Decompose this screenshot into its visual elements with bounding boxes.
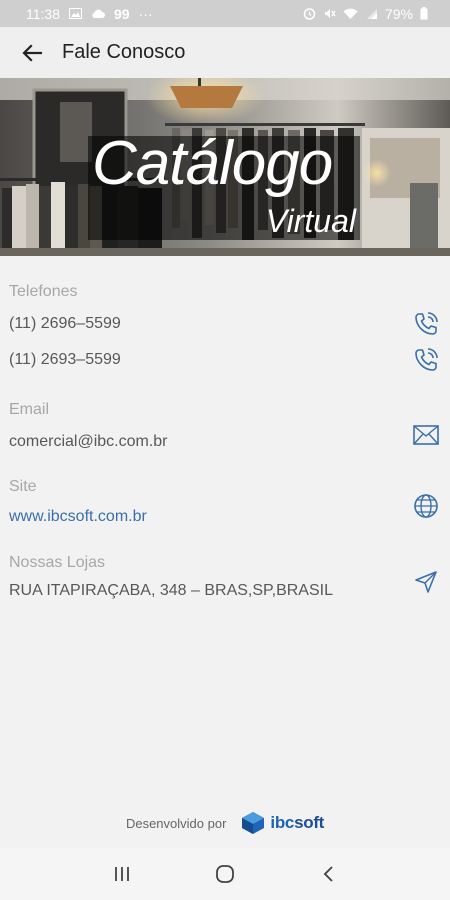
phone-number-1[interactable]: (11) 2696–5599 [9,315,121,333]
home-icon [215,864,235,884]
stores-label: Nossas Lojas [9,554,106,571]
developer-footer: Desenvolvido por ibcsoft [0,808,450,838]
brand-name: ibcsoft [270,813,324,833]
call-phone-1-button[interactable] [412,310,440,338]
notification-count: 99 [114,5,130,22]
recent-apps-button[interactable] [98,854,146,894]
email-address[interactable]: comercial@ibc.com.br [9,433,168,451]
banner-subtitle: Virtual [265,203,356,239]
more-notifications-icon: ··· [138,5,153,22]
phone-number-2[interactable]: (11) 2693–5599 [9,351,121,369]
navigation-arrow-icon [414,570,438,594]
catalog-banner: Catálogo Virtual [0,78,450,256]
arrow-left-icon [22,43,42,62]
phone-call-icon [413,311,439,337]
alarm-icon [303,7,316,20]
status-bar: 11:38 99 ··· 79% [0,0,450,27]
wifi-icon [343,8,358,20]
cloud-icon [91,9,105,19]
open-website-button[interactable] [412,492,440,520]
system-back-button[interactable] [304,854,352,894]
status-time: 11:38 [26,5,60,22]
app-bar: Fale Conosco [0,27,450,78]
globe-icon [413,493,439,519]
developed-by-text: Desenvolvido por [125,815,227,831]
back-button[interactable] [12,33,52,73]
ibcsoft-logo[interactable]: ibcsoft [240,811,324,835]
store-address[interactable]: RUA ITAPIRAÇABA, 348 – BRAS,SP,BRASIL [9,582,333,600]
email-label: Email [9,401,50,418]
phones-label: Telefones [9,283,78,300]
website-link[interactable]: www.ibcsoft.com.br [9,508,147,526]
home-button[interactable] [201,854,249,894]
envelope-icon [413,425,439,445]
send-email-button[interactable] [412,421,440,449]
phone-call-icon [413,347,439,373]
recent-apps-icon [113,866,131,882]
chevron-left-icon [322,865,334,883]
mute-icon [323,7,336,20]
page-title: Fale Conosco [62,41,186,63]
battery-icon [420,7,428,20]
system-navigation-bar [0,848,450,900]
battery-level: 79% [384,5,413,22]
signal-icon [365,8,378,20]
brand-name-ibc: ibc [270,813,295,832]
site-label: Site [9,478,37,495]
call-phone-2-button[interactable] [412,346,440,374]
gallery-icon [69,8,82,19]
open-map-button[interactable] [412,568,440,596]
banner-title: Catálogo [92,129,333,198]
brand-name-soft: soft [294,813,325,832]
ibcsoft-logo-icon [240,811,266,835]
